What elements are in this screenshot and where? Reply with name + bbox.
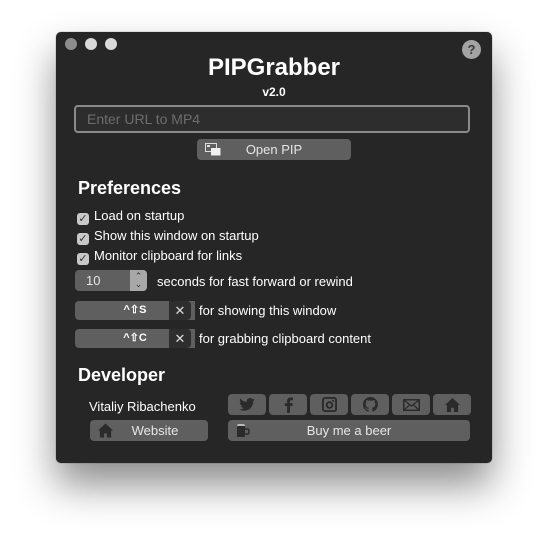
twitter-icon — [239, 398, 255, 411]
checkbox-label: Monitor clipboard for links — [94, 248, 243, 263]
seek-seconds-value[interactable]: 10 — [86, 273, 100, 288]
checkmark-icon[interactable]: ✓ — [77, 233, 89, 245]
close-window-button[interactable] — [65, 38, 77, 50]
seek-seconds-stepper[interactable]: 10 ⌃ ⌄ — [75, 270, 147, 291]
clear-shortcut-show-window-button[interactable]: ✕ — [169, 301, 191, 320]
pip-icon — [205, 143, 221, 156]
checkbox-show-window-on-startup[interactable]: ✓ Show this window on startup — [77, 228, 259, 245]
home-icon — [444, 397, 460, 412]
facebook-button[interactable] — [269, 394, 307, 415]
shortcut-grab-clipboard-label: for grabbing clipboard content — [199, 331, 372, 346]
checkbox-label: Show this window on startup — [94, 228, 259, 243]
open-pip-button[interactable]: Open PIP — [197, 139, 351, 160]
facebook-icon — [284, 396, 293, 413]
open-pip-label: Open PIP — [245, 142, 303, 157]
preferences-heading: Preferences — [78, 178, 182, 198]
instagram-icon — [321, 397, 337, 412]
checkbox-load-on-startup[interactable]: ✓ Load on startup — [77, 208, 185, 225]
beer-mug-icon — [237, 424, 250, 437]
twitter-button[interactable] — [228, 394, 266, 415]
app-version: v2.0 — [262, 85, 286, 99]
checkbox-monitor-clipboard[interactable]: ✓ Monitor clipboard for links — [77, 248, 243, 265]
buy-me-a-beer-label: Buy me a beer — [306, 423, 392, 438]
clear-shortcut-grab-clipboard-button[interactable]: ✕ — [169, 329, 191, 348]
mail-button[interactable] — [392, 394, 430, 415]
url-field[interactable] — [74, 105, 470, 133]
app-window: ? PIPGrabber v2.0 Open PIP Preferences ✓… — [56, 32, 492, 463]
buy-me-a-beer-button[interactable]: Buy me a beer — [228, 420, 470, 441]
zoom-window-button[interactable] — [105, 38, 117, 50]
home-button[interactable] — [433, 394, 471, 415]
github-icon — [362, 397, 378, 412]
url-input[interactable] — [76, 107, 468, 131]
website-button[interactable]: Website — [90, 420, 208, 441]
checkbox-label: Load on startup — [94, 208, 185, 223]
instagram-button[interactable] — [310, 394, 348, 415]
seek-seconds-label: seconds for fast forward or rewind — [157, 274, 353, 289]
app-title: PIPGrabber — [207, 54, 341, 81]
stepper-arrows-icon[interactable]: ⌃ ⌄ — [130, 270, 147, 291]
home-icon — [98, 423, 113, 438]
developer-name: Vitaliy Ribachenko — [89, 399, 196, 414]
checkmark-icon[interactable]: ✓ — [77, 253, 89, 265]
shortcut-show-window-label: for showing this window — [199, 303, 337, 318]
mail-icon — [402, 398, 420, 411]
minimize-window-button[interactable] — [85, 38, 97, 50]
website-label: Website — [131, 423, 179, 438]
checkmark-icon[interactable]: ✓ — [77, 213, 89, 225]
github-button[interactable] — [351, 394, 389, 415]
developer-heading: Developer — [78, 365, 166, 385]
